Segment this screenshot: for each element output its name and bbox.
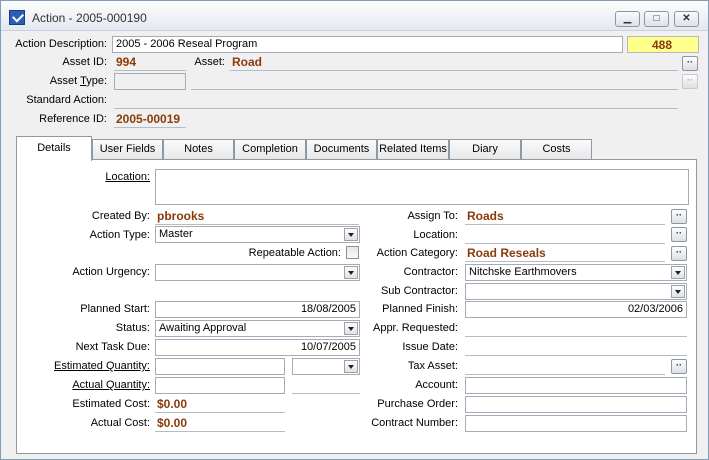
contractor-label: Contractor: — [403, 266, 458, 278]
account-label: Account: — [415, 379, 458, 391]
created-by-value: pbrooks — [155, 208, 359, 225]
tab-details[interactable]: Details — [16, 136, 92, 161]
actual-cost-value: $0.00 — [155, 415, 285, 432]
app-check-icon — [9, 10, 25, 25]
action-category-label: Action Category: — [376, 247, 458, 259]
action-number-badge: 488 — [627, 36, 699, 53]
actual-cost-label: Actual Cost: — [90, 417, 150, 429]
tab-related-items[interactable]: Related Items — [377, 139, 449, 160]
asset-type-lookup-button[interactable]: ·· — [682, 74, 698, 89]
details-panel: Location: Created By: pbrooks Action Typ… — [16, 159, 697, 454]
minimize-button[interactable]: ▁ — [615, 11, 640, 27]
asset-lookup-button[interactable]: ·· — [682, 56, 698, 71]
maximize-button[interactable]: □ — [644, 11, 669, 27]
contractor-select[interactable]: Nitchske Earthmovers — [465, 264, 687, 281]
tab-costs[interactable]: Costs — [521, 139, 592, 160]
location-textarea[interactable] — [155, 169, 689, 205]
chevron-down-icon — [344, 322, 358, 335]
action-description-label: Action Description: — [15, 38, 107, 50]
action-category-lookup-button[interactable]: ·· — [671, 246, 687, 261]
next-task-due-label: Next Task Due: — [75, 341, 150, 353]
estimated-quantity-label: Estimated Quantity: — [54, 360, 150, 372]
asset-type-label: Asset Type: — [49, 75, 107, 87]
action-type-select[interactable]: Master — [155, 226, 360, 243]
tab-diary[interactable]: Diary — [449, 139, 521, 160]
actual-quantity-label: Actual Quantity: — [72, 379, 150, 391]
created-by-label: Created By: — [91, 210, 150, 222]
assign-to-label: Assign To: — [407, 210, 458, 222]
planned-finish-input[interactable]: 02/03/2006 — [465, 301, 687, 318]
account-input[interactable] — [465, 377, 687, 394]
tab-bar: Details User Fields Notes Completion Doc… — [16, 136, 696, 161]
tab-user-fields[interactable]: User Fields — [92, 139, 163, 160]
sub-contractor-label: Sub Contractor: — [380, 285, 458, 297]
next-task-due-input[interactable]: 10/07/2005 — [155, 339, 360, 356]
estimated-cost-label: Estimated Cost: — [72, 398, 150, 410]
chevron-down-icon — [671, 285, 685, 298]
asset-type-description — [191, 73, 678, 90]
asset-label: Asset: — [194, 56, 225, 68]
location-label: Location: — [105, 171, 150, 183]
tax-asset-label: Tax Asset: — [407, 360, 458, 372]
location2-label: Location: — [413, 229, 458, 241]
planned-finish-label: Planned Finish: — [382, 303, 458, 315]
repeatable-action-checkbox[interactable] — [346, 246, 359, 259]
reference-id-value: 2005-00019 — [114, 111, 186, 128]
tax-asset-lookup-button[interactable]: ·· — [671, 359, 687, 374]
tab-notes[interactable]: Notes — [163, 139, 234, 160]
status-label: Status: — [115, 322, 150, 334]
chevron-down-icon — [344, 360, 358, 373]
repeatable-action-label: Repeatable Action: — [248, 247, 341, 259]
sub-contractor-select[interactable] — [465, 283, 687, 300]
action-urgency-label: Action Urgency: — [72, 266, 150, 278]
reference-id-label: Reference ID: — [39, 113, 107, 125]
location2-field — [465, 227, 665, 244]
asset-value: Road — [230, 54, 678, 71]
quantity-unit-select[interactable] — [292, 358, 360, 375]
standard-action-label: Standard Action: — [26, 94, 107, 106]
appr-requested-field — [465, 320, 687, 337]
close-button[interactable]: ✕ — [674, 11, 699, 27]
chevron-down-icon — [344, 266, 358, 279]
location2-lookup-button[interactable]: ·· — [671, 227, 687, 242]
chevron-down-icon — [344, 228, 358, 241]
tab-documents[interactable]: Documents — [306, 139, 377, 160]
chevron-down-icon — [671, 266, 685, 279]
purchase-order-input[interactable] — [465, 396, 687, 413]
issue-date-label: Issue Date: — [402, 341, 458, 353]
asset-type-input[interactable] — [114, 73, 186, 90]
action-window: Action - 2005-000190 ▁ □ ✕ Action Descri… — [0, 0, 709, 460]
tab-completion[interactable]: Completion — [234, 139, 306, 160]
contract-number-label: Contract Number: — [371, 417, 458, 429]
status-select[interactable]: Awaiting Approval — [155, 320, 360, 337]
purchase-order-label: Purchase Order: — [377, 398, 458, 410]
action-description-input[interactable]: 2005 - 2006 Reseal Program — [112, 36, 623, 53]
asset-id-label: Asset ID: — [62, 56, 107, 68]
actual-quantity-unit — [292, 377, 360, 394]
asset-id-value: 994 — [114, 54, 186, 71]
action-type-label: Action Type: — [89, 229, 150, 241]
estimated-cost-value: $0.00 — [155, 396, 285, 413]
appr-requested-label: Appr. Requested: — [372, 322, 458, 334]
assign-to-lookup-button[interactable]: ·· — [671, 209, 687, 224]
contract-number-input[interactable] — [465, 415, 687, 432]
planned-start-input[interactable]: 18/08/2005 — [155, 301, 360, 318]
action-category-value: Road Reseals — [465, 245, 665, 262]
action-urgency-select[interactable] — [155, 264, 360, 281]
estimated-quantity-input[interactable] — [155, 358, 285, 375]
tax-asset-field — [465, 358, 665, 375]
planned-start-label: Planned Start: — [80, 303, 150, 315]
window-title: Action - 2005-000190 — [32, 11, 147, 25]
standard-action-field — [114, 92, 678, 109]
title-bar: Action - 2005-000190 ▁ □ ✕ — [1, 1, 708, 31]
issue-date-field — [465, 339, 687, 356]
assign-to-value: Roads — [465, 208, 665, 225]
actual-quantity-input[interactable] — [155, 377, 285, 394]
